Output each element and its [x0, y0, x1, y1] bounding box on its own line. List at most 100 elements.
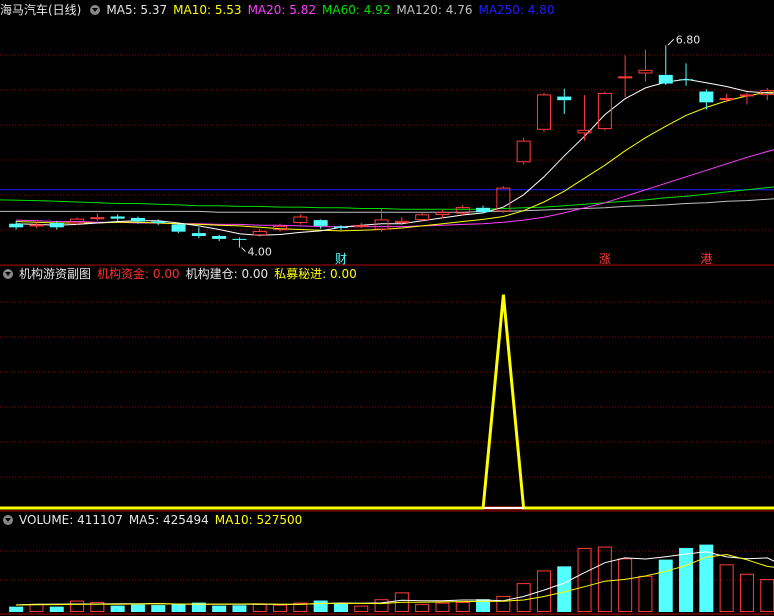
candle[interactable]: [557, 88, 572, 114]
volume-bar[interactable]: [273, 604, 288, 612]
volume-bar[interactable]: [9, 606, 24, 612]
volume-bar[interactable]: [313, 600, 328, 612]
ma-line-ma120: [0, 197, 774, 213]
volume-bar[interactable]: [435, 602, 450, 613]
candle-body: [130, 217, 145, 222]
volume-bar[interactable]: [658, 559, 673, 612]
candle-body: [232, 238, 247, 240]
candle-body: [29, 224, 44, 227]
ma250-label: MA250: 4.80: [478, 3, 555, 17]
candle[interactable]: [171, 223, 186, 234]
event-marker[interactable]: 港: [700, 252, 712, 266]
candle[interactable]: [476, 205, 491, 214]
candle[interactable]: [658, 45, 673, 86]
main-legend: 海马汽车(日线) MA5: 5.37 MA10: 5.53 MA20: 5.82 MA6…: [0, 2, 561, 18]
candle[interactable]: [638, 49, 653, 82]
candle[interactable]: [293, 214, 308, 225]
candlestick-series[interactable]: [9, 45, 774, 248]
candle-body: [516, 140, 531, 163]
candle-body: [415, 214, 430, 221]
indicator-title: 机构游资副图: [19, 267, 92, 281]
candle-body: [739, 94, 754, 97]
indicator-legend: 机构游资副图 机构资金: 0.00 机构建仓: 0.00 私募秘进: 0.00: [0, 266, 363, 282]
volume-bar[interactable]: [171, 603, 186, 612]
ma5-label: MA5: 5.37: [106, 3, 168, 17]
vol-ma5-label: MA5: 425494: [128, 513, 209, 527]
volume-bar[interactable]: [49, 606, 64, 612]
volume-bar[interactable]: [618, 558, 633, 612]
candle-body: [557, 96, 572, 101]
volume-bar[interactable]: [415, 603, 430, 613]
candle[interactable]: [29, 222, 44, 229]
candle-body: [49, 222, 64, 228]
candle[interactable]: [333, 225, 348, 231]
candle[interactable]: [313, 219, 328, 229]
price-annotation: 6.80: [676, 33, 701, 46]
volume-bar[interactable]: [151, 605, 166, 612]
volume-bar[interactable]: [212, 605, 227, 612]
candle-body: [476, 207, 491, 213]
candle[interactable]: [191, 227, 206, 239]
event-marker[interactable]: 涨: [599, 251, 611, 266]
candle-body: [313, 220, 328, 226]
volume-bar[interactable]: [354, 605, 369, 613]
inst-fund-label: 机构资金: 0.00: [97, 267, 180, 281]
candle[interactable]: [618, 55, 633, 98]
candle[interactable]: [739, 92, 754, 105]
candle[interactable]: [719, 93, 734, 103]
dropdown-icon[interactable]: [3, 515, 13, 525]
candle[interactable]: [699, 89, 714, 110]
indicator-line-private-in: [0, 294, 774, 510]
volume-bar[interactable]: [333, 603, 348, 612]
event-marker[interactable]: 财: [335, 252, 347, 266]
volume-bar[interactable]: [699, 544, 714, 612]
candle[interactable]: [679, 63, 694, 86]
volume-bar[interactable]: [110, 605, 125, 612]
dropdown-icon[interactable]: [90, 5, 101, 15]
candle-body: [110, 216, 125, 219]
inst-build-label: 机构建仓: 0.00: [185, 267, 269, 281]
candle-body: [435, 212, 450, 216]
volume-bar[interactable]: [29, 603, 44, 613]
volume-bar[interactable]: [232, 605, 247, 612]
candle-body: [719, 98, 734, 101]
candle[interactable]: [577, 95, 592, 141]
candle-body: [333, 226, 348, 229]
candle-body: [151, 221, 166, 223]
private-in-label: 私募秘进: 0.00: [274, 267, 357, 281]
volume-bar[interactable]: [739, 573, 754, 613]
candle[interactable]: [49, 220, 64, 230]
candle-body: [212, 235, 227, 239]
candle[interactable]: [212, 234, 227, 242]
candle-body: [293, 216, 308, 223]
volume-bar[interactable]: [719, 564, 734, 613]
annotation-leader: [241, 247, 246, 252]
volume-bar[interactable]: [70, 600, 85, 612]
volume-bar[interactable]: [760, 579, 774, 612]
dropdown-icon[interactable]: [3, 269, 13, 279]
volume-bar[interactable]: [638, 575, 653, 613]
volume-bar[interactable]: [496, 595, 511, 612]
candle[interactable]: [536, 92, 551, 132]
candle[interactable]: [151, 219, 166, 226]
candle-body: [658, 74, 673, 84]
ma10-label: MA10: 5.53: [173, 3, 242, 17]
candle[interactable]: [354, 222, 369, 229]
volume-bar[interactable]: [679, 547, 694, 612]
volume-bar[interactable]: [252, 603, 267, 613]
price-annotation: 4.00: [247, 246, 272, 259]
candle-body: [90, 217, 105, 220]
candle-body: [638, 69, 653, 74]
volume-bar[interactable]: [130, 604, 145, 612]
moving-average-lines: [0, 78, 774, 236]
candle[interactable]: [232, 237, 247, 248]
candle[interactable]: [110, 214, 125, 221]
candle-body: [699, 91, 714, 103]
volume-bar[interactable]: [557, 566, 572, 612]
volume-bar[interactable]: [374, 599, 389, 613]
volume-bar[interactable]: [597, 546, 612, 613]
volume-bar[interactable]: [455, 601, 470, 613]
candle[interactable]: [90, 213, 105, 221]
candle-body: [618, 76, 633, 79]
candle-body: [354, 225, 369, 228]
